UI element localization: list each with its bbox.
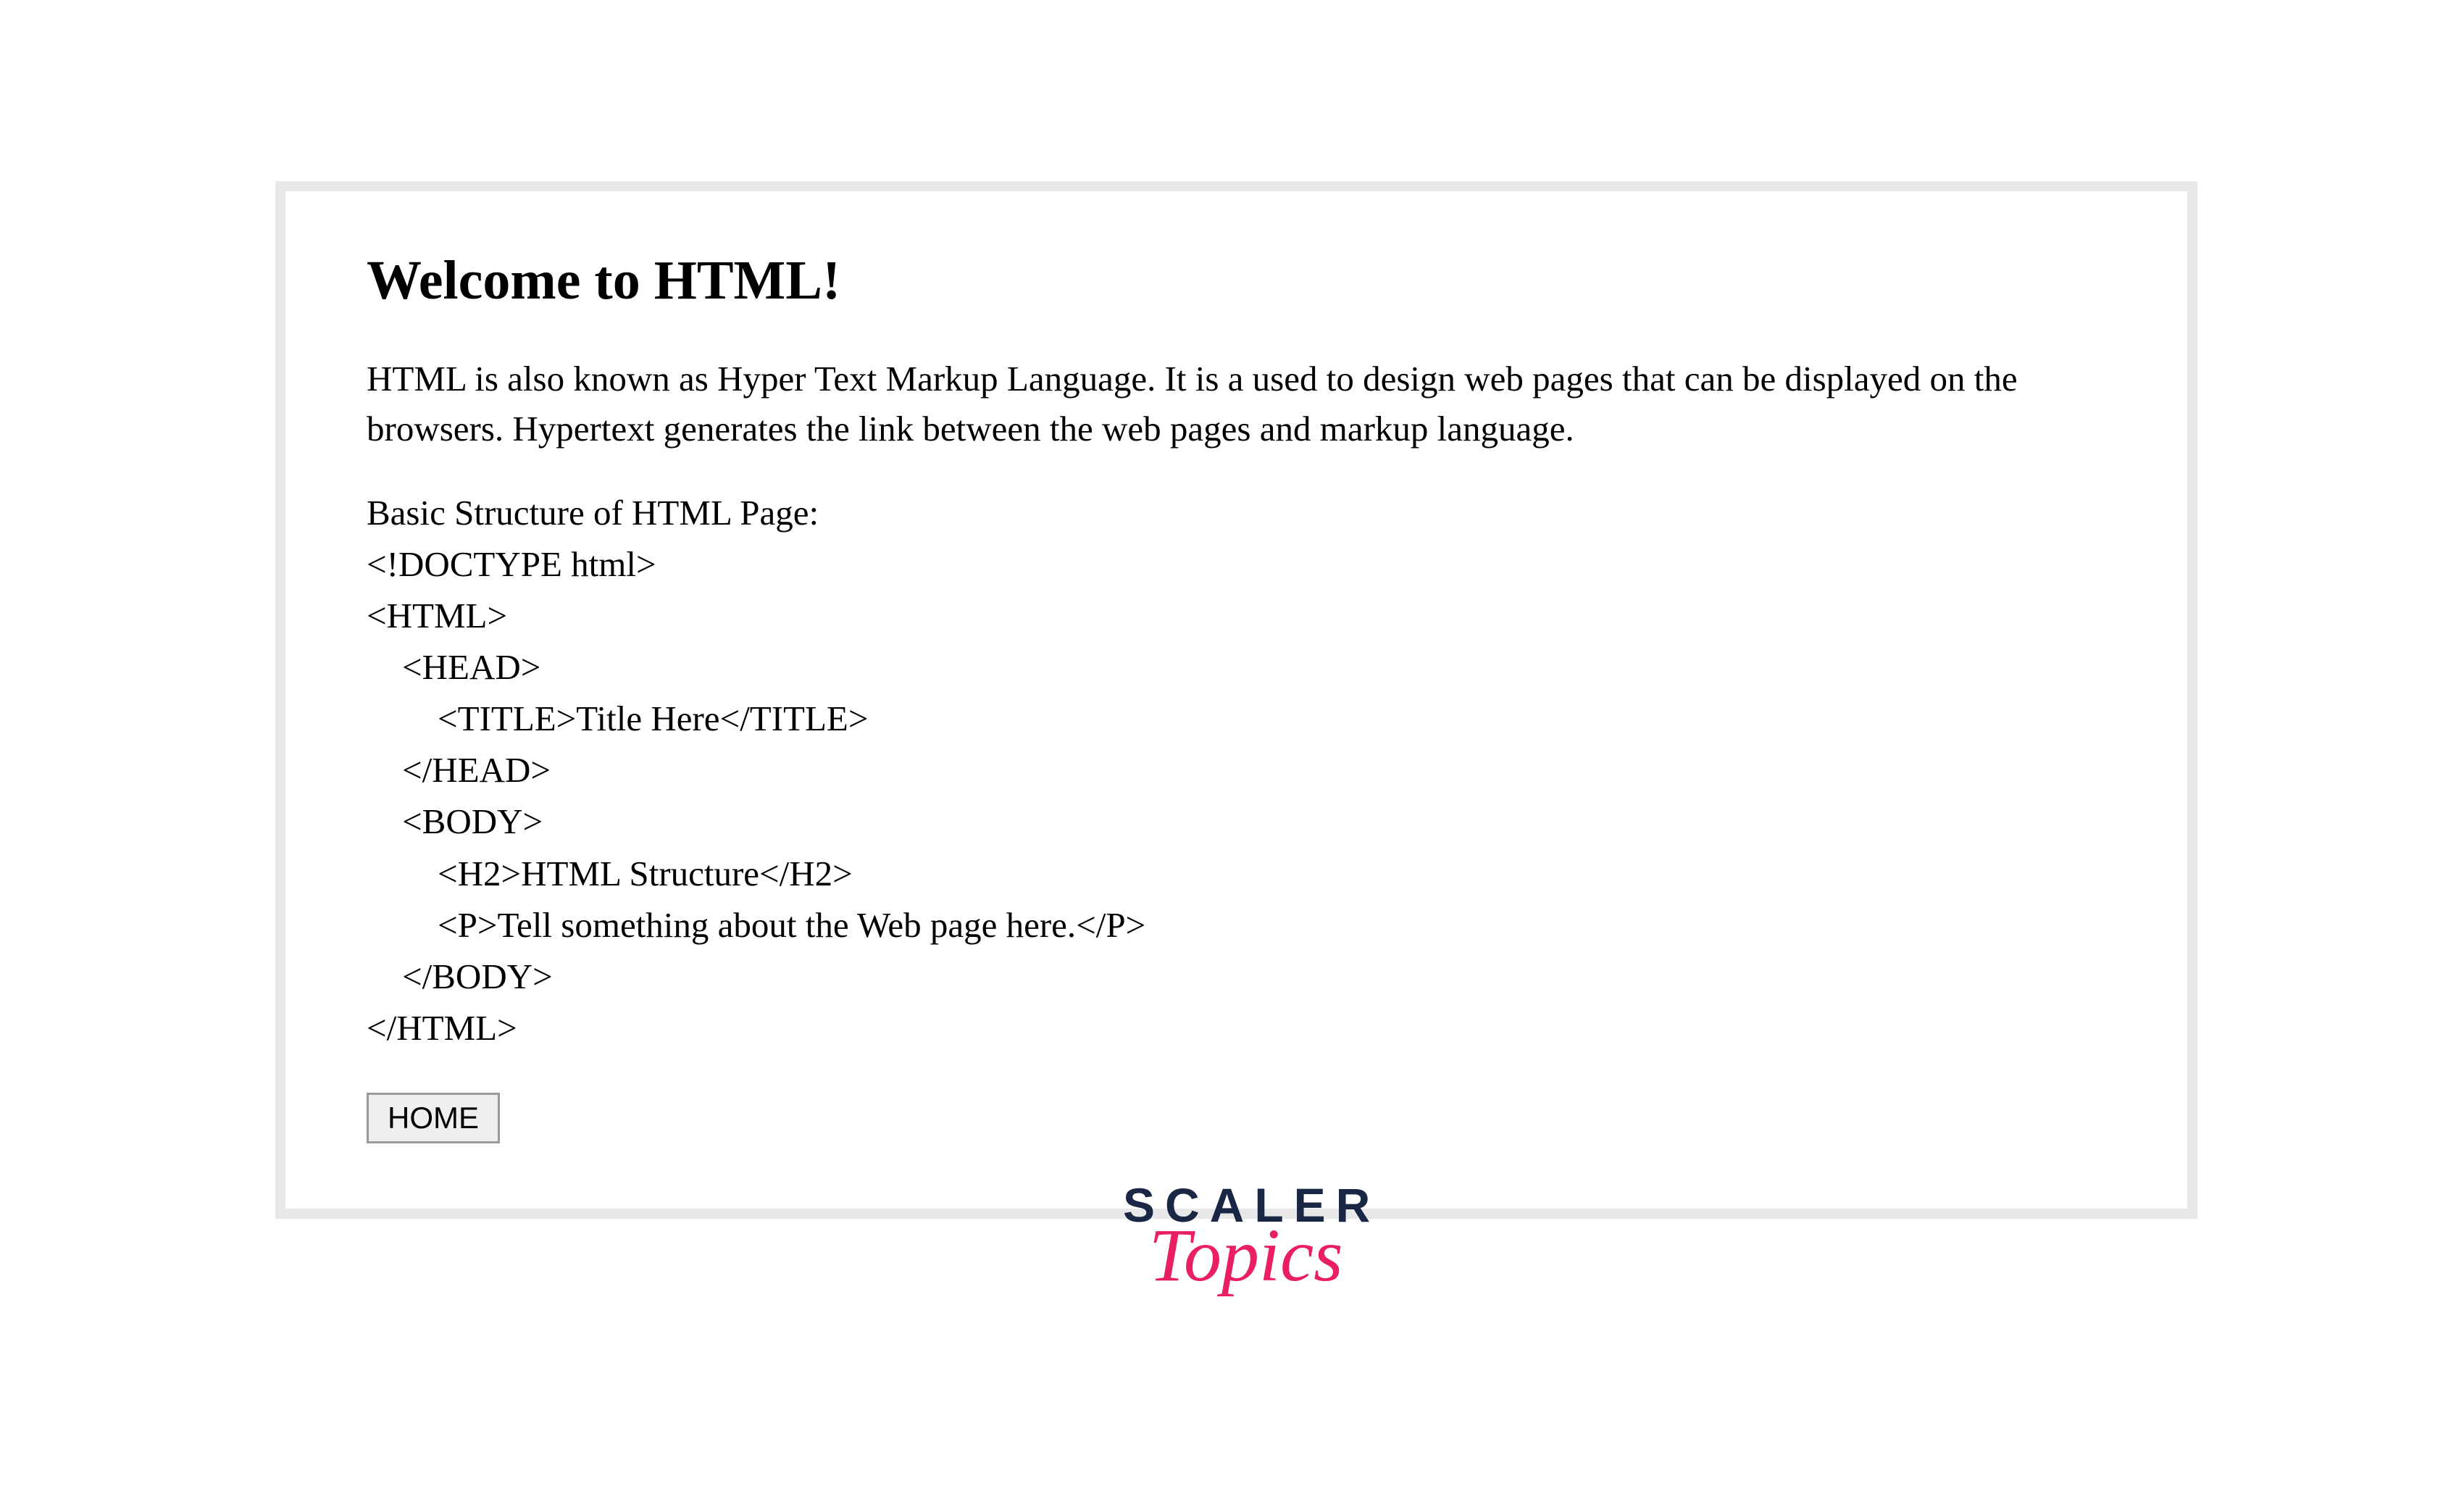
scaler-topics-logo: SCALER Topics [1123,1181,1380,1290]
content-box: Welcome to HTML! HTML is also known as H… [275,181,2197,1219]
code-sample-block: Basic Structure of HTML Page: <!DOCTYPE … [367,487,2106,1054]
page-title: Welcome to HTML! [367,249,2106,312]
logo-topics-text: Topics [1117,1222,1374,1290]
intro-paragraph: HTML is also known as Hyper Text Markup … [367,354,2106,454]
home-button[interactable]: HOME [367,1093,500,1143]
